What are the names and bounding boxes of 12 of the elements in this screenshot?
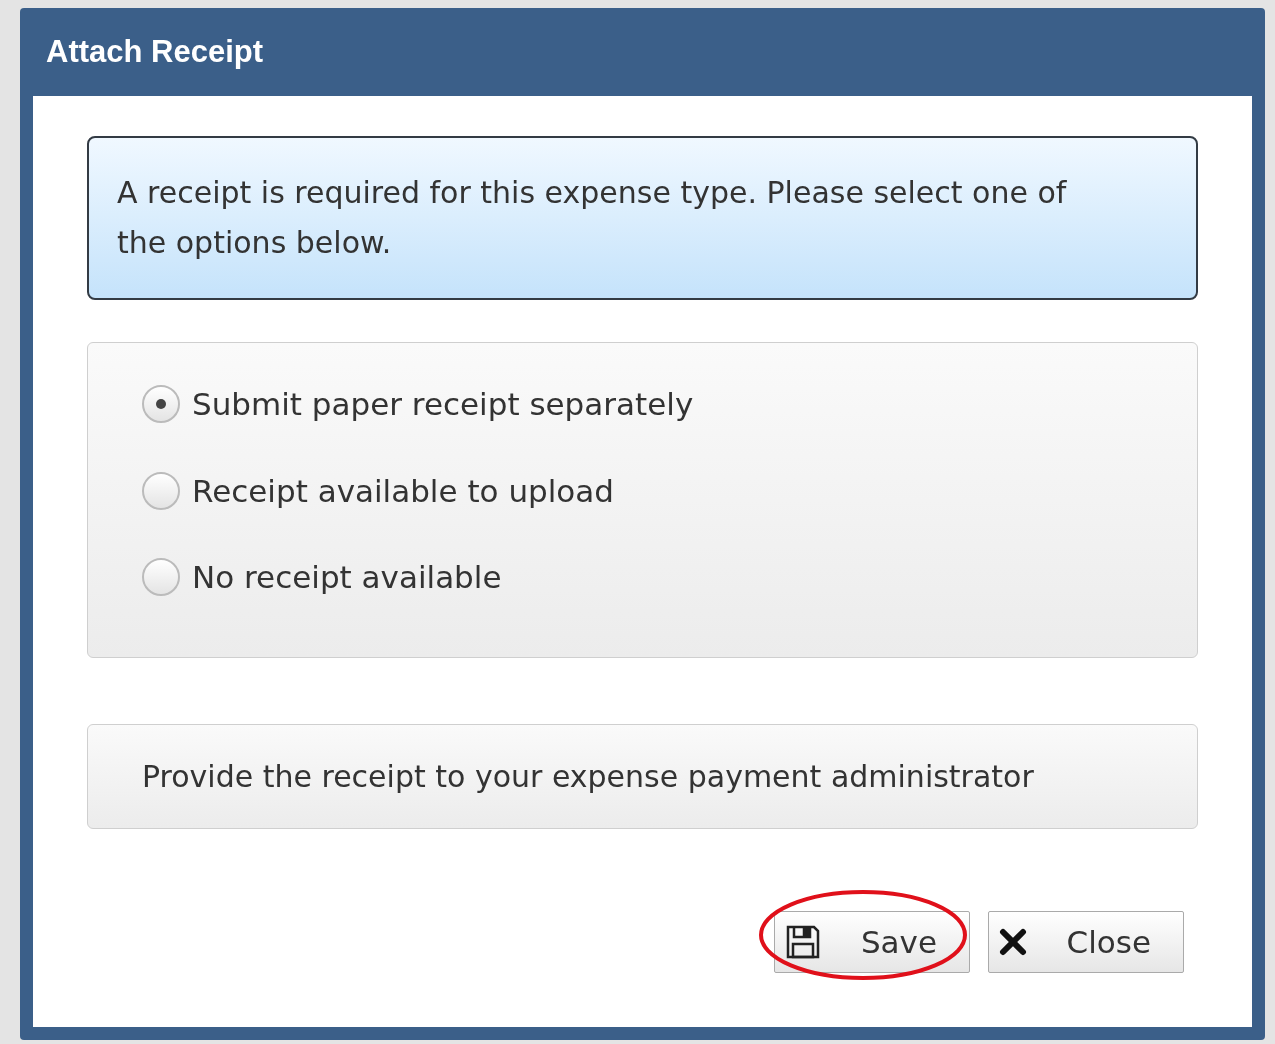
radio-button[interactable] (142, 385, 180, 424)
radio-button[interactable] (142, 471, 180, 510)
option-label[interactable]: Receipt available to upload (192, 467, 614, 514)
option-label[interactable]: No receipt available (192, 554, 502, 601)
save-button[interactable]: Save (774, 911, 970, 973)
note-text: Provide the receipt to your expense payment administrator (142, 758, 1034, 796)
close-button[interactable]: Close (988, 911, 1184, 973)
x-icon (999, 928, 1027, 956)
radio-button[interactable] (142, 558, 180, 597)
dialog-title: Attach Receipt (46, 32, 264, 71)
option-label[interactable]: Submit paper receipt separately (192, 381, 694, 428)
info-message: A receipt is required for this expense type. Please select one of the options below. (87, 136, 1198, 300)
